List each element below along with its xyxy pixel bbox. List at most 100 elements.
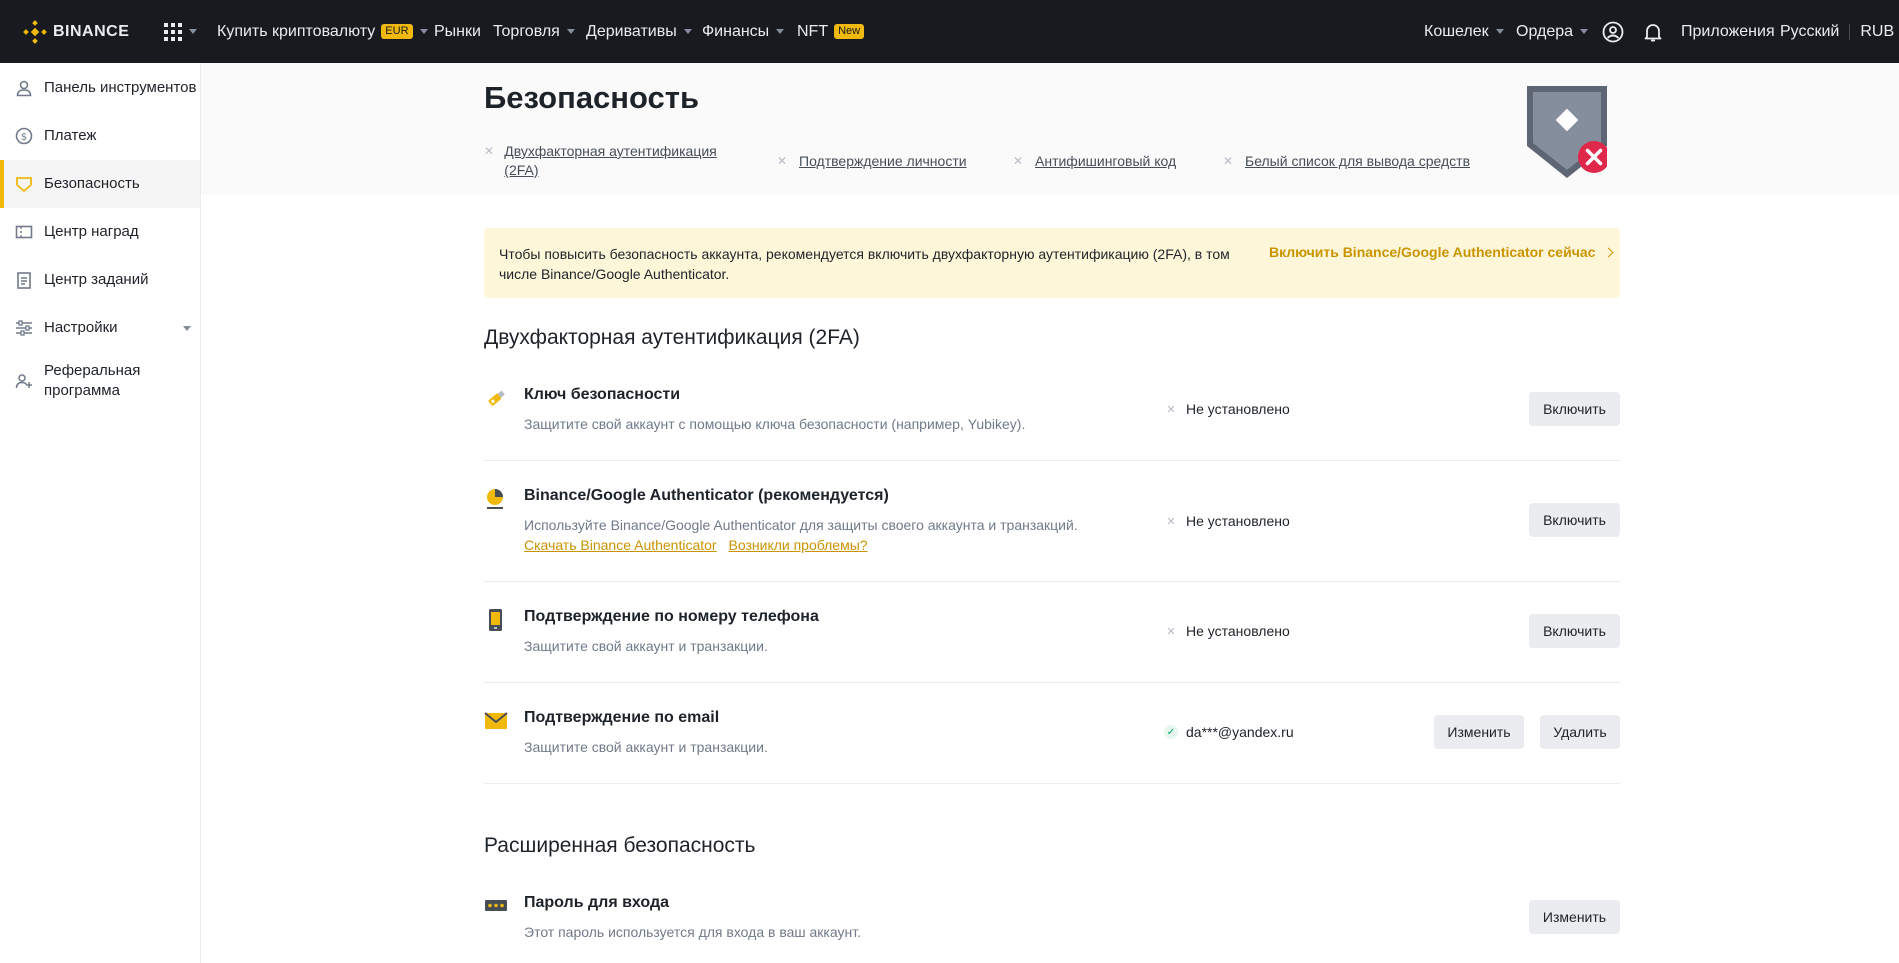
header-link-identity[interactable]: ✕ Подтверждение личности: [777, 152, 967, 171]
shield-warning-icon: [1527, 86, 1607, 178]
nav-orders-label: Ордера: [1516, 22, 1574, 40]
delete-email-button[interactable]: Удалить: [1540, 715, 1620, 749]
sidebar: Панель инструментов $ Платеж Безопасност…: [0, 63, 201, 963]
sidebar-item-label: Платеж: [44, 127, 97, 144]
chevron-down-icon: [1495, 29, 1504, 34]
nav-apps[interactable]: Приложения: [1681, 0, 1775, 63]
nav-derivatives[interactable]: Деривативы: [586, 0, 692, 63]
close-icon: ✕: [1166, 515, 1176, 528]
status-text: Не установлено: [1186, 623, 1290, 639]
header-link-label: Двухфакторная аутентификация (2FA): [504, 143, 717, 178]
ticket-icon: [14, 222, 34, 242]
new-badge: New: [834, 24, 865, 39]
nav-nft-label: NFT: [797, 22, 829, 40]
binance-logo[interactable]: BINANCE: [23, 0, 129, 63]
status-email: da***@yandex.ru: [1186, 724, 1294, 740]
chevron-down-icon: [683, 29, 692, 34]
language-label: Русский: [1780, 22, 1840, 40]
row-title: Подтверждение по номеру телефона: [524, 608, 819, 625]
sidebar-item-label: Центр наград: [44, 223, 139, 240]
authenticator-icon: [487, 489, 503, 509]
svg-text:$: $: [21, 132, 27, 143]
row-description: Защитите свой аккаунт и транзакции.: [524, 739, 768, 755]
header-link-label: Белый список для вывода средств: [1245, 153, 1471, 169]
enable-security-key-button[interactable]: Включить: [1529, 392, 1620, 426]
section-title-advanced: Расширенная безопасность: [484, 834, 756, 857]
having-problems-link[interactable]: Возникли проблемы?: [729, 537, 868, 553]
banner-text: Чтобы повысить безопасность аккаунта, ре…: [499, 246, 1230, 282]
email-icon: [484, 712, 508, 729]
sidebar-item-rewards[interactable]: Центр наград: [0, 208, 200, 256]
shield-icon: [14, 174, 34, 194]
chevron-right-icon: [1603, 247, 1614, 257]
close-icon: ✕: [484, 144, 495, 158]
status-verified: ✓ da***@yandex.ru: [1164, 724, 1294, 740]
password-icon: [485, 900, 507, 911]
row-title: Binance/Google Authenticator (рекомендуе…: [524, 487, 889, 504]
row-description: Используйте Binance/Google Authenticator…: [524, 517, 1078, 533]
user-profile-button[interactable]: [1602, 0, 1624, 63]
nav-trade[interactable]: Торговля: [493, 0, 575, 63]
close-icon: ✕: [1166, 625, 1176, 638]
apps-grid-icon: [164, 22, 182, 41]
nav-markets[interactable]: Рынки: [434, 0, 481, 63]
header-link-label: Подтверждение личности: [799, 153, 967, 169]
enable-authenticator-link[interactable]: Включить Binance/Google Authenticator се…: [1269, 244, 1614, 260]
language-currency-selector[interactable]: Русский RUB: [1780, 0, 1894, 63]
sidebar-item-dashboard[interactable]: Панель инструментов: [0, 64, 200, 112]
status-text: Не установлено: [1186, 401, 1290, 417]
change-password-button[interactable]: Изменить: [1529, 900, 1620, 934]
sidebar-item-referral[interactable]: Реферальная программа: [0, 352, 200, 410]
enable-phone-button[interactable]: Включить: [1529, 614, 1620, 648]
security-row-password: Пароль для входа Этот пароль используетс…: [484, 894, 1620, 963]
nav-finance[interactable]: Финансы: [702, 0, 785, 63]
status-not-set: ✕ Не установлено: [1164, 513, 1290, 529]
row-title: Ключ безопасности: [524, 386, 681, 403]
nav-nft[interactable]: NFT New: [797, 0, 865, 63]
currency-label: RUB: [1860, 22, 1895, 40]
divider: [1849, 23, 1851, 40]
nav-derivatives-label: Деривативы: [586, 22, 677, 40]
sidebar-item-security[interactable]: Безопасность: [0, 160, 200, 208]
page-header: [201, 63, 1899, 195]
clipboard-icon: [14, 270, 34, 290]
sidebar-item-payment[interactable]: $ Платеж: [0, 112, 200, 160]
nav-buy-crypto[interactable]: Купить криптовалюту EUR: [217, 0, 428, 63]
enable-authenticator-button[interactable]: Включить: [1529, 503, 1620, 537]
sidebar-item-label: Настройки: [44, 319, 118, 336]
status-text: Не установлено: [1186, 513, 1290, 529]
download-authenticator-link[interactable]: Скачать Binance Authenticator: [524, 537, 717, 553]
header-link-whitelist[interactable]: ✕ Белый список для вывода средств: [1223, 152, 1470, 171]
nav-orders[interactable]: Ордера: [1516, 0, 1589, 63]
nav-buy-crypto-label: Купить криптовалюту: [217, 22, 376, 40]
status-not-set: ✕ Не установлено: [1164, 401, 1290, 417]
check-icon: ✓: [1164, 725, 1178, 739]
chevron-down-icon: [183, 325, 191, 331]
nav-wallet[interactable]: Кошелек: [1424, 0, 1504, 63]
nav-apps-label: Приложения: [1681, 22, 1775, 40]
usb-key-icon: [488, 390, 505, 406]
row-title: Подтверждение по email: [524, 709, 720, 726]
header-link-antiphishing[interactable]: ✕ Антифишинговый код: [1013, 152, 1176, 171]
row-description: Защитите свой аккаунт с помощью ключа бе…: [524, 416, 1026, 432]
chevron-down-icon: [189, 29, 197, 34]
header-link-2fa[interactable]: ✕ Двухфакторная аутентификация (2FA): [484, 142, 724, 180]
page-title: Безопасность: [484, 80, 700, 115]
nav-trade-label: Торговля: [493, 22, 560, 40]
bell-icon: [1644, 23, 1662, 41]
nav-markets-label: Рынки: [434, 22, 481, 40]
nav-finance-label: Финансы: [702, 22, 770, 40]
sidebar-item-settings[interactable]: Настройки: [0, 304, 200, 352]
user-icon: [14, 78, 34, 98]
close-icon: ✕: [1013, 154, 1024, 168]
security-recommendation-banner: Чтобы повысить безопасность аккаунта, ре…: [484, 228, 1620, 298]
row-description: Этот пароль используется для входа в ваш…: [524, 924, 861, 940]
close-icon: ✕: [1223, 154, 1234, 168]
apps-grid-button[interactable]: [164, 0, 197, 63]
sidebar-item-tasks[interactable]: Центр заданий: [0, 256, 200, 304]
sidebar-item-label: Реферальная программа: [44, 362, 141, 399]
top-navigation-bar: BINANCE Купить криптовалюту EUR Рынки То…: [0, 0, 1899, 63]
header-link-label: Антифишинговый код: [1035, 153, 1177, 169]
notifications-button[interactable]: [1642, 0, 1664, 63]
change-email-button[interactable]: Изменить: [1434, 715, 1524, 749]
